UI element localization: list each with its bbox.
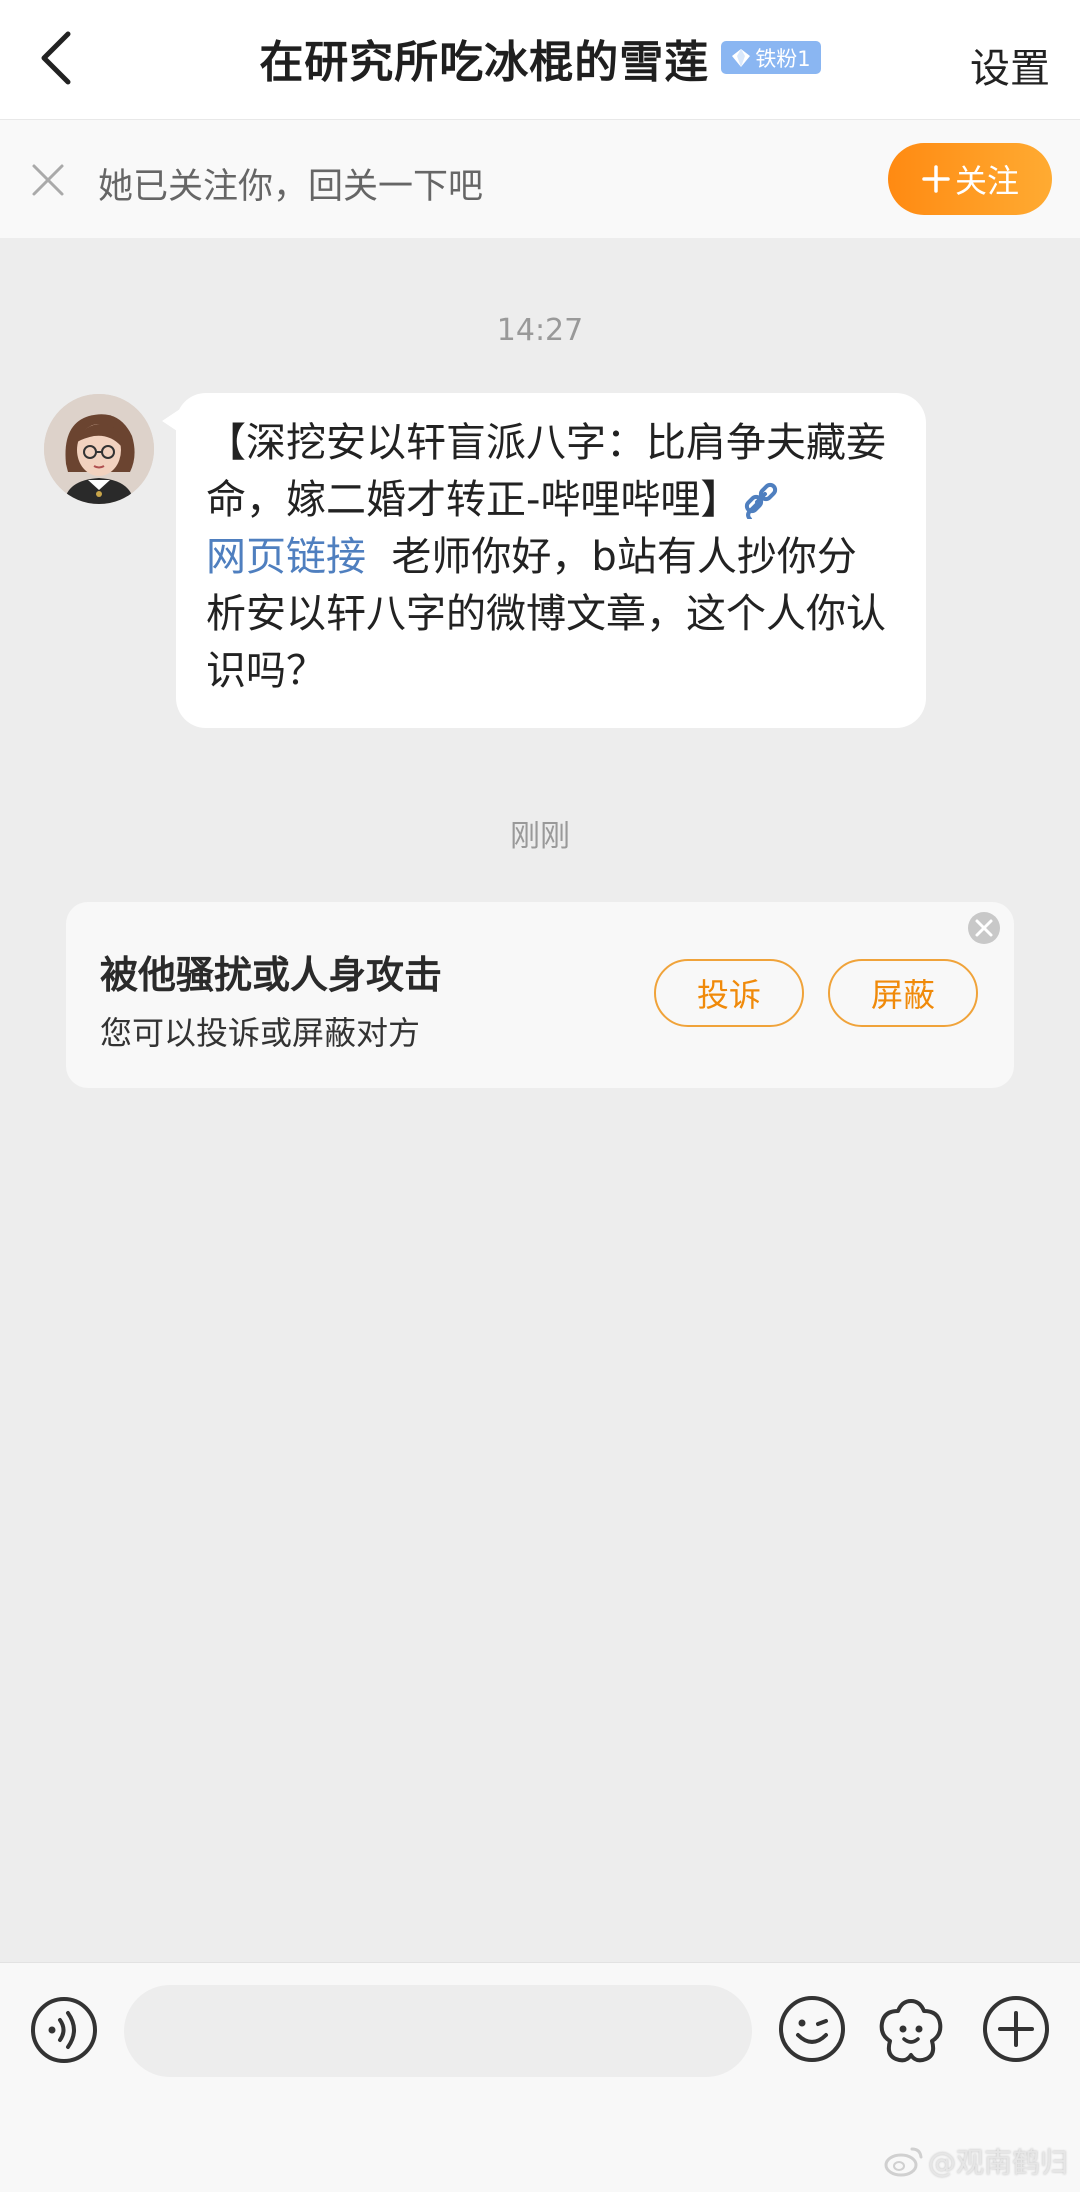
report-card-subtitle: 您可以投诉或屏蔽对方 — [100, 1014, 421, 1052]
diamond-icon — [732, 48, 751, 67]
follow-back-prompt: 她已关注你，回关一下吧 — [98, 167, 484, 207]
chevron-left-icon — [41, 31, 71, 85]
voice-icon[interactable] — [30, 1996, 98, 2064]
follow-back-bar: 她已关注你，回关一下吧 关注 — [0, 120, 1080, 238]
close-circle-icon[interactable] — [966, 910, 1002, 946]
settings-button[interactable]: 设置 — [970, 36, 1050, 94]
emoji-icon[interactable] — [778, 1995, 846, 2063]
message-timestamp-recent: 刚刚 — [510, 819, 570, 854]
message-timestamp: 14:27 — [496, 313, 584, 348]
sticker-icon[interactable] — [876, 1995, 946, 2065]
close-icon[interactable] — [30, 162, 66, 198]
weibo-logo-icon — [884, 2147, 923, 2177]
plus-icon — [922, 165, 950, 193]
fan-badge-label: 铁粉1 — [755, 46, 811, 71]
harassment-report-card: 被他骚扰或人身攻击 您可以投诉或屏蔽对方 投诉 屏蔽 — [66, 902, 1014, 1088]
watermark-text: @观南鹤归 — [927, 2146, 1068, 2179]
message-bubble[interactable]: 【深挖安以轩盲派八字：比肩争夫藏妾命，嫁二婚才转正-哔哩哔哩】 网页链接 老师你… — [162, 393, 926, 728]
page-title: 在研究所吃冰棍的雪莲 — [259, 36, 710, 88]
follow-button[interactable]: 关注 — [888, 143, 1052, 215]
message-input[interactable] — [124, 1985, 752, 2077]
watermark: @观南鹤归 — [884, 2141, 1068, 2181]
avatar[interactable] — [44, 394, 154, 504]
complain-button[interactable]: 投诉 — [654, 959, 804, 1027]
back-button[interactable] — [26, 26, 86, 90]
web-link[interactable]: 网页链接 — [206, 534, 366, 580]
block-button[interactable]: 屏蔽 — [828, 959, 978, 1027]
report-card-title: 被他骚扰或人身攻击 — [100, 953, 443, 997]
chat-header: 在研究所吃冰棍的雪莲 铁粉1 设置 — [0, 0, 1080, 120]
avatar-illustration-icon — [44, 394, 154, 504]
title-group: 在研究所吃冰棍的雪莲 铁粉1 — [259, 26, 821, 90]
follow-button-label: 关注 — [954, 162, 1019, 200]
link-icon — [745, 482, 778, 519]
message-text-part1: 【深挖安以轩盲派八字：比肩争夫藏妾命，嫁二婚才转正-哔哩哔哩】 — [206, 420, 886, 523]
add-icon[interactable] — [982, 1995, 1050, 2063]
fan-badge: 铁粉1 — [721, 41, 821, 74]
